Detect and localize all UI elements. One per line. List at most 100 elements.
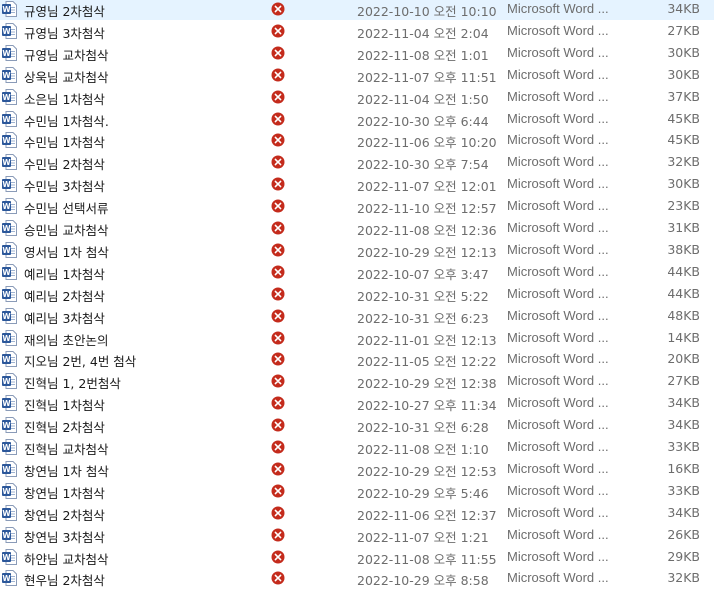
sync-error-icon [271,46,285,60]
file-name: 규영님 3차첨삭 [24,25,105,41]
file-row[interactable]: W 수민님 1차첨삭 2022-11-06 오후 10:20 Microsoft… [0,129,714,151]
word-doc-icon: W [2,439,17,455]
file-size: 34KB [667,417,700,433]
file-type: Microsoft Word ... [507,548,609,564]
date-modified: 2022-10-29 오후 5:46 [357,485,489,501]
file-type: Microsoft Word ... [507,329,609,345]
date-modified: 2022-11-07 오전 1:21 [357,529,489,545]
sync-error-icon [271,374,285,388]
sync-error-icon [271,221,285,235]
word-doc-icon: W [2,329,17,346]
file-size: 20KB [667,351,700,367]
file-row[interactable]: W 창연님 3차첨삭 2022-11-07 오전 1:21 Microsoft … [0,524,714,546]
file-row[interactable]: W 진혁님 1차첨삭 2022-10-27 오후 11:34 Microsoft… [0,392,714,414]
file-row[interactable]: W 승민님 교차첨삭 2022-11-08 오전 12:36 Microsoft… [0,217,714,239]
word-doc-icon: W [2,307,17,324]
file-name: 창연님 2차첨삭 [24,507,105,523]
file-row[interactable]: W 예리님 1차첨삭 2022-10-07 오후 3:47 Microsoft … [0,261,714,283]
file-row[interactable]: W 규영님 3차첨삭 2022-11-04 오전 2:04 Microsoft … [0,20,714,42]
file-type: Microsoft Word ... [507,570,609,586]
word-doc-icon: W [2,351,17,368]
file-row[interactable]: W 예리님 2차첨삭 2022-10-31 오전 5:22 Microsoft … [0,283,714,305]
file-row[interactable]: W 규영님 2차첨삭 2022-10-10 오전 10:10 Microsoft… [0,0,714,20]
sync-error-icon [271,155,285,169]
file-size: 44KB [667,263,700,279]
file-row[interactable]: W 예리님 3차첨삭 2022-10-31 오전 6:23 Microsoft … [0,305,714,327]
file-type: Microsoft Word ... [507,263,609,279]
date-modified: 2022-10-07 오후 3:47 [357,266,489,282]
sync-error-icon [271,287,285,301]
file-name: 하얀님 교차첨삭 [24,551,109,567]
word-doc-icon: W [2,241,17,258]
word-doc-icon: W [2,460,17,477]
file-size: 34KB [667,395,700,411]
file-row[interactable]: W 창연님 1차 첨삭 2022-10-29 오전 12:53 Microsof… [0,458,714,480]
file-type: Microsoft Word ... [507,88,609,104]
file-type: Microsoft Word ... [507,198,609,214]
svg-text:W: W [2,71,11,80]
date-modified: 2022-11-08 오전 1:01 [357,47,489,63]
date-modified: 2022-11-05 오전 12:22 [357,354,497,370]
file-size: 26KB [667,526,700,542]
file-name: 창연님 1차 첨삭 [24,463,109,479]
file-row[interactable]: W 수민님 3차첨삭 2022-11-07 오전 12:01 Microsoft… [0,173,714,195]
file-row[interactable]: W 상욱님 교차첨삭 2022-11-07 오후 11:51 Microsoft… [0,64,714,86]
file-row[interactable]: W 영서님 1차 첨삭 2022-10-29 오전 12:13 Microsof… [0,239,714,261]
date-modified: 2022-10-29 오후 8:58 [357,573,489,589]
date-modified: 2022-10-29 오전 12:38 [357,376,497,392]
file-size: 32KB [667,154,700,170]
file-row[interactable]: W 지오님 2번, 4번 첨삭 2022-11-05 오전 12:22 Micr… [0,348,714,370]
file-row[interactable]: W 하얀님 교차첨삭 2022-11-08 오후 11:55 Microsoft… [0,546,714,568]
file-row[interactable]: W 수민님 1차첨삭. 2022-10-30 오후 6:44 Microsoft… [0,108,714,130]
file-size: 30KB [667,66,700,82]
file-name: 진혁님 1차첨삭 [24,398,105,414]
file-name: 규영님 2차첨삭 [24,4,105,19]
file-type: Microsoft Word ... [507,66,609,82]
sync-error-icon [271,506,285,520]
file-row[interactable]: W 창연님 2차첨삭 2022-11-06 오전 12:37 Microsoft… [0,502,714,524]
file-name: 수민님 2차첨삭 [24,157,105,173]
svg-text:W: W [2,355,11,364]
file-name: 규영님 교차첨삭 [24,47,109,63]
file-name: 예리님 2차첨삭 [24,288,105,304]
sync-error-icon [271,550,285,563]
file-size: 33KB [667,439,700,454]
file-row[interactable]: W 창연님 1차첨삭 2022-10-29 오후 5:46 Microsoft … [0,480,714,502]
svg-text:W: W [2,465,11,474]
date-modified: 2022-10-27 오후 11:34 [357,398,497,414]
file-size: 33KB [667,482,700,498]
file-name: 진혁님 2차첨삭 [24,420,105,436]
svg-text:W: W [2,574,11,583]
sync-error-icon [271,199,285,213]
file-name: 진혁님 1, 2번첨삭 [24,376,121,392]
sync-error-icon [271,265,285,279]
file-name: 현우님 2차첨삭 [24,573,105,589]
file-name: 수민님 선택서류 [24,201,109,217]
svg-text:W: W [2,158,11,167]
file-row[interactable]: W 수민님 선택서류 2022-11-10 오전 12:57 Microsoft… [0,195,714,217]
file-row[interactable]: W 진혁님 1, 2번첨삭 2022-10-29 오전 12:38 Micros… [0,370,714,392]
svg-text:W: W [2,399,11,408]
date-modified: 2022-11-06 오전 12:37 [357,507,497,523]
file-row[interactable]: W 진혁님 2차첨삭 2022-10-31 오전 6:28 Microsoft … [0,414,714,436]
file-name: 지오님 2번, 4번 첨삭 [24,354,137,370]
file-type: Microsoft Word ... [507,373,609,389]
file-row[interactable]: W 진혁님 교차첨삭 2022-11-08 오전 1:10 Microsoft … [0,436,714,458]
file-row[interactable]: W 규영님 교차첨삭 2022-11-08 오전 1:01 Microsoft … [0,42,714,64]
date-modified: 2022-11-08 오전 12:36 [357,223,497,238]
file-row[interactable]: W 재의님 초안논의 2022-11-01 오전 12:13 Microsoft… [0,327,714,349]
sync-error-icon [271,484,285,498]
file-type: Microsoft Word ... [507,285,609,301]
date-modified: 2022-10-30 오후 6:44 [357,113,489,129]
file-row[interactable]: W 수민님 2차첨삭 2022-10-30 오후 7:54 Microsoft … [0,151,714,173]
file-size: 44KB [667,285,700,301]
file-row[interactable]: W 소은님 1차첨삭 2022-11-04 오전 1:50 Microsoft … [0,86,714,108]
svg-text:W: W [2,49,11,58]
word-doc-icon: W [2,417,17,434]
svg-text:W: W [2,421,11,430]
file-name: 예리님 3차첨삭 [24,310,105,326]
file-type: Microsoft Word ... [507,176,609,192]
file-type: Microsoft Word ... [507,44,609,60]
sync-error-icon [271,133,285,147]
file-row[interactable]: W 현우님 2차첨삭 2022-10-29 오후 8:58 Microsoft … [0,567,714,589]
